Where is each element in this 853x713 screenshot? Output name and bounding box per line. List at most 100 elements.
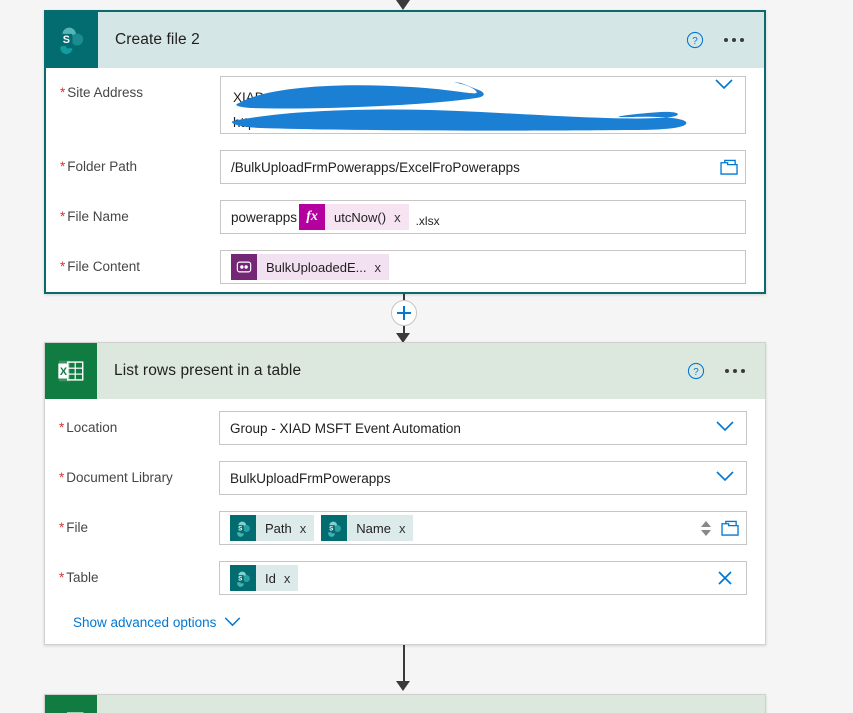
fx-icon: fx	[299, 204, 326, 230]
spinner-updown-icon[interactable]	[695, 520, 717, 536]
help-circle-icon[interactable]: ?	[686, 31, 704, 49]
sharepoint-token-icon: S	[230, 565, 256, 591]
token-label: Id	[265, 570, 276, 586]
field-label-site-address: * Site Address	[60, 85, 144, 100]
required-asterisk: *	[59, 470, 65, 485]
chevron-down-icon[interactable]	[710, 419, 740, 437]
sharepoint-token-name[interactable]: S Name x	[321, 515, 414, 541]
flow-designer-canvas: S Create file 2 ? * Site Address XIAD * …	[0, 0, 853, 713]
token-remove-icon[interactable]: x	[284, 571, 299, 586]
location-dropdown[interactable]: Group - XIAD MSFT Event Automation	[219, 411, 747, 445]
help-circle-icon[interactable]: ?	[687, 362, 705, 380]
folder-picker-icon[interactable]	[720, 159, 739, 175]
token-remove-icon[interactable]: x	[300, 521, 315, 536]
document-library-value: BulkUploadFrmPowerapps	[230, 470, 391, 486]
field-row-file: * File S Path x S Name x	[59, 511, 747, 545]
token-remove-icon[interactable]: x	[374, 260, 389, 275]
clear-x-icon[interactable]	[716, 569, 740, 587]
action-card-list-rows-present-in-a-table[interactable]: X List rows present in a table ? * Locat…	[44, 342, 766, 645]
field-row-file-content: * File Content BulkUploadedE... x	[60, 250, 746, 284]
chevron-down-icon[interactable]	[709, 77, 739, 133]
field-row-file-name: * File Name powerapps fx utcNow() x .xlsx	[60, 200, 746, 234]
ellipsis-icon[interactable]	[725, 369, 745, 373]
sharepoint-token-icon: S	[321, 515, 348, 541]
powerapps-icon	[231, 254, 257, 280]
excel-icon: X	[45, 343, 97, 399]
file-name-prefix: powerapps	[231, 209, 298, 225]
connector-line-3	[403, 645, 405, 685]
file-name-input[interactable]: powerapps fx utcNow() x .xlsx	[220, 200, 746, 234]
plus-insert-icon[interactable]	[391, 300, 417, 326]
redacted-value: XIAD MSFT Event Automation - https://...…	[231, 77, 709, 133]
ellipsis-icon[interactable]	[724, 38, 744, 42]
chevron-down-icon[interactable]	[224, 615, 241, 630]
excel-icon	[45, 695, 97, 713]
required-asterisk: *	[60, 209, 66, 224]
folder-path-input[interactable]: /BulkUploadFrmPowerapps/ExcelFroPowerapp…	[220, 150, 746, 184]
required-asterisk: *	[60, 159, 66, 174]
field-row-site-address: *Site Address XIAD MSFT Event Automation…	[60, 76, 746, 134]
field-row-document-library: * Document Library BulkUploadFrmPowerapps	[59, 461, 747, 495]
token-label: utcNow()	[334, 209, 387, 225]
svg-text:?: ?	[693, 367, 699, 378]
file-content-input[interactable]: BulkUploadedE... x	[220, 250, 746, 284]
card-header-create-file-2[interactable]: S Create file 2 ?	[46, 12, 764, 68]
document-library-dropdown[interactable]: BulkUploadFrmPowerapps	[219, 461, 747, 495]
card-header-actions: ?	[687, 362, 765, 380]
powerapps-token-bulkuploaded[interactable]: BulkUploadedE... x	[231, 254, 389, 280]
folder-picker-icon[interactable]	[721, 520, 740, 536]
token-remove-icon[interactable]: x	[399, 521, 414, 536]
chevron-down-icon[interactable]	[710, 469, 740, 487]
arrow-down-icon-top	[396, 0, 410, 10]
table-token-input[interactable]: S Id x	[219, 561, 747, 595]
field-label-location: * Location	[59, 420, 118, 435]
field-label-file-content: * File Content	[60, 259, 141, 274]
token-label: BulkUploadedE...	[266, 259, 367, 275]
field-row-folder-path: * Folder Path /BulkUploadFrmPowerapps/Exc…	[60, 150, 746, 184]
token-label: Name	[356, 520, 391, 536]
field-row-location: * Location Group - XIAD MSFT Event Automa…	[59, 411, 747, 445]
svg-text:?: ?	[692, 36, 698, 47]
card-title: List rows present in a table	[114, 362, 302, 379]
field-label-document-library: * Document Library	[59, 470, 173, 485]
file-token-input[interactable]: S Path x S Name x	[219, 511, 747, 545]
card-body-list-rows: * Location Group - XIAD MSFT Event Automa…	[45, 399, 765, 648]
svg-text:S: S	[238, 575, 242, 582]
svg-text:S: S	[329, 525, 333, 532]
action-card-next-excel-action[interactable]	[44, 694, 766, 713]
redaction-scribble	[232, 82, 687, 131]
card-header-actions: ?	[686, 31, 764, 49]
sharepoint-token-icon: S	[230, 515, 256, 541]
field-row-table: * Table S Id x	[59, 561, 747, 595]
svg-text:S: S	[238, 525, 242, 532]
card-title: Create file 2	[115, 31, 200, 48]
sharepoint-token-id[interactable]: S Id x	[230, 565, 299, 591]
card-header-list-rows[interactable]: X List rows present in a table ?	[45, 343, 765, 399]
field-label-folder-path: * Folder Path	[60, 159, 138, 174]
arrow-down-icon-2	[396, 681, 410, 691]
token-label: Path	[265, 520, 292, 536]
file-name-suffix: .xlsx	[415, 214, 440, 228]
expression-token-utcnow[interactable]: fx utcNow() x	[299, 204, 409, 230]
svg-text:X: X	[60, 366, 68, 378]
required-asterisk: *	[59, 520, 65, 535]
field-label-table: * Table	[59, 570, 99, 585]
token-remove-icon[interactable]: x	[394, 210, 409, 225]
field-label-file-name: * File Name	[60, 209, 129, 224]
svg-text:S: S	[63, 34, 70, 46]
required-asterisk: *	[59, 570, 65, 585]
field-label-file: * File	[59, 520, 89, 535]
sharepoint-token-path[interactable]: S Path x	[230, 515, 315, 541]
show-advanced-options-label: Show advanced options	[73, 615, 217, 630]
required-asterisk: *	[60, 85, 66, 100]
action-card-create-file-2[interactable]: S Create file 2 ? * Site Address XIAD * …	[44, 10, 766, 294]
sharepoint-icon: S	[46, 12, 98, 68]
site-address-combobox[interactable]: XIAD MSFT Event Automation - https://...…	[220, 76, 746, 134]
card-header-next-action[interactable]	[45, 695, 765, 713]
card-body-create-file-2: *Site Address XIAD MSFT Event Automation…	[46, 68, 764, 284]
location-value: Group - XIAD MSFT Event Automation	[230, 420, 461, 436]
required-asterisk: *	[59, 420, 65, 435]
required-asterisk: *	[60, 259, 66, 274]
show-advanced-options-link[interactable]: Show advanced options	[59, 611, 747, 648]
folder-path-value: /BulkUploadFrmPowerapps/ExcelFroPowerapp…	[231, 159, 520, 175]
